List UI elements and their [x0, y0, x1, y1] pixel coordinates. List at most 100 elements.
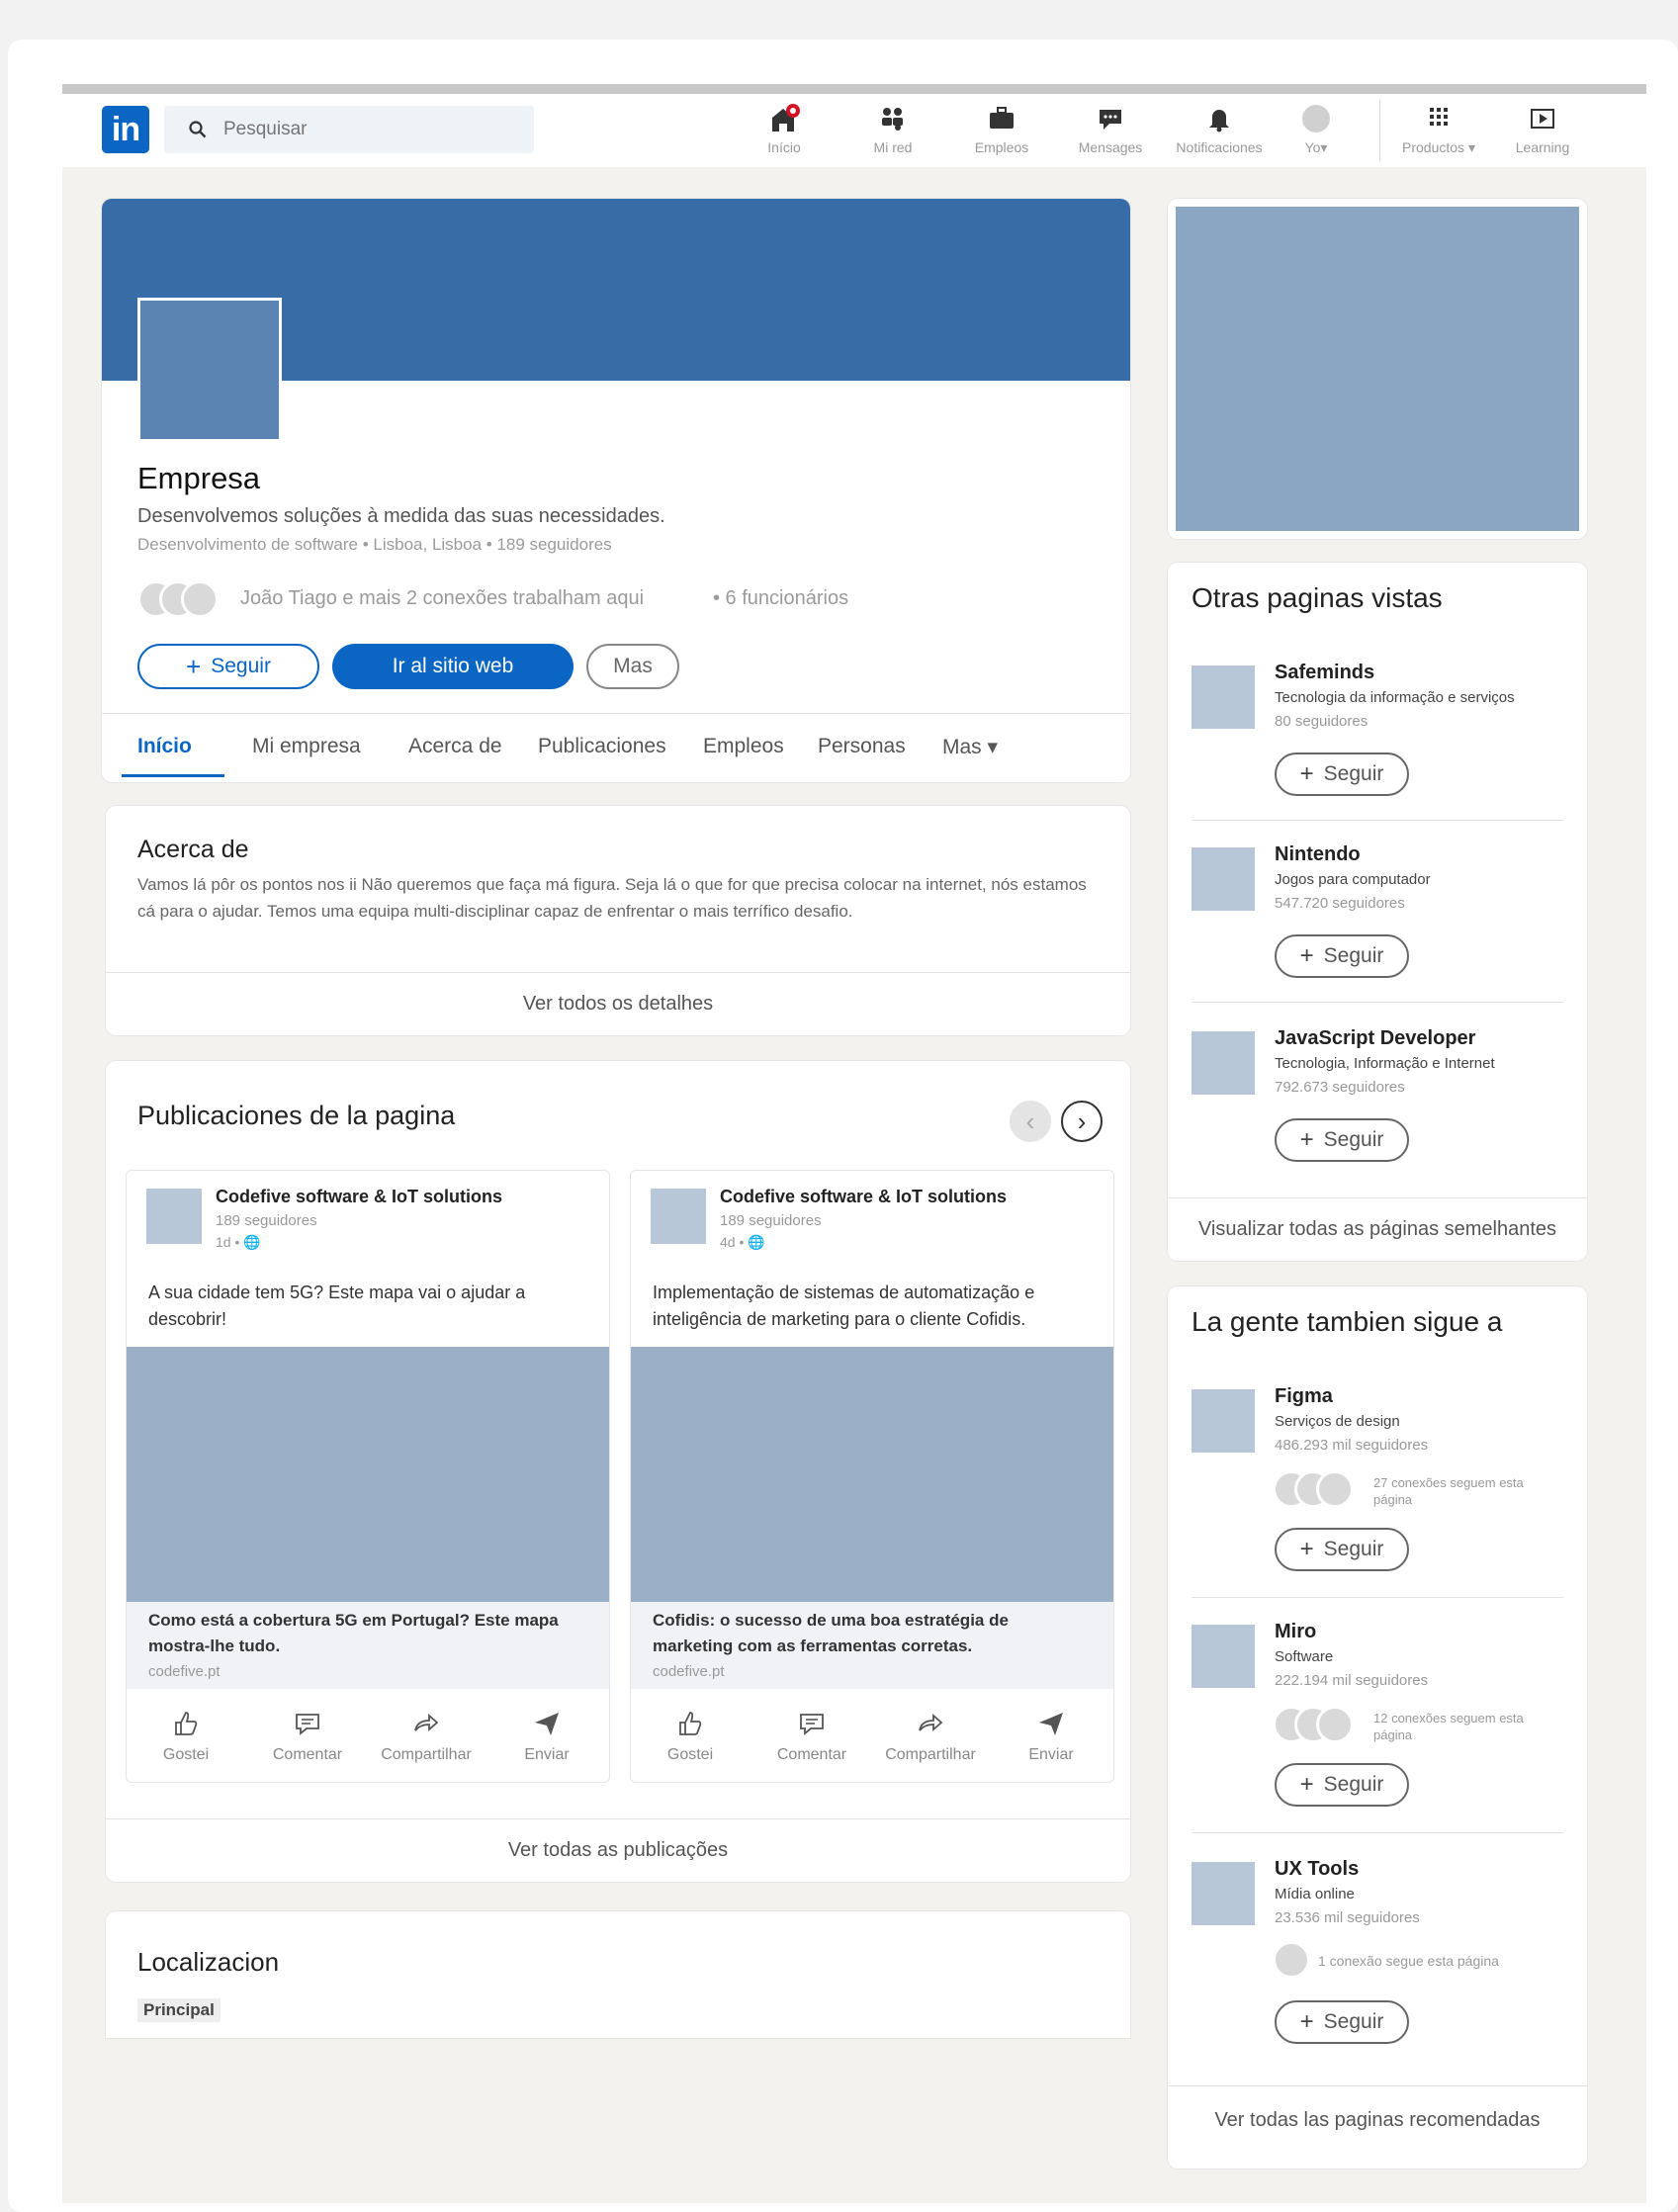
page-category: Mídia online [1275, 1886, 1355, 1902]
share-button[interactable]: Compartilhar [372, 1709, 481, 1764]
search-input[interactable] [223, 119, 500, 140]
nav-item-messages[interactable]: Mensages [1071, 104, 1150, 155]
tab-publicaciones[interactable]: Publicaciones [538, 735, 666, 758]
follow-button[interactable]: + Seguir [1275, 1763, 1409, 1807]
nav-item-me[interactable]: Yo▾ [1291, 104, 1341, 156]
page-logo[interactable] [1192, 1862, 1255, 1925]
page-logo[interactable] [1192, 1389, 1255, 1453]
posts-card: Publicaciones de la pagina ‹ › Codefive … [106, 1061, 1130, 1882]
post-card[interactable]: Codefive software & IoT solutions 189 se… [630, 1170, 1114, 1783]
briefcase-icon [990, 107, 1014, 129]
post-image[interactable] [127, 1347, 609, 1602]
post-card[interactable]: Codefive software & IoT solutions 189 se… [126, 1170, 610, 1783]
prev-arrow-button[interactable]: ‹ [1010, 1101, 1051, 1142]
tab-personas[interactable]: Personas [818, 735, 906, 758]
next-arrow-button[interactable]: › [1061, 1101, 1103, 1142]
tab-inicio[interactable]: Início [137, 735, 192, 758]
see-all-similar-pages-link[interactable]: Visualizar todas as páginas semelhantes [1168, 1197, 1587, 1261]
page-canvas: in Início Mi red Empleos Mensages Notifi… [62, 94, 1646, 2203]
more-button[interactable]: Mas [586, 644, 679, 689]
company-logo [137, 298, 282, 442]
page-logo[interactable] [1192, 1031, 1255, 1095]
tab-mi-empresa[interactable]: Mi empresa [252, 735, 361, 758]
follow-button[interactable]: + Seguir [1275, 1528, 1409, 1571]
follow-label: Seguir [1323, 762, 1384, 785]
website-button[interactable]: Ir al sitio web [332, 644, 574, 689]
linkedin-logo[interactable]: in [102, 106, 149, 153]
ad-image[interactable] [1176, 207, 1579, 531]
page-category: Tecnologia da informação e serviços [1275, 689, 1515, 706]
page-name[interactable]: UX Tools [1275, 1858, 1359, 1881]
page-followers: 792.673 seguidores [1275, 1079, 1405, 1096]
thumbs-up-icon [679, 1712, 702, 1735]
top-border [62, 84, 1646, 94]
see-all-posts-link[interactable]: Ver todas as publicações [106, 1818, 1130, 1882]
ad-card [1168, 199, 1587, 539]
people-also-follow-card: La gente tambien sigue a Figma Serviços … [1168, 1286, 1587, 2168]
like-button[interactable]: Gostei [636, 1709, 745, 1764]
tab-mas[interactable]: Mas ▾ [942, 735, 998, 759]
like-button[interactable]: Gostei [132, 1709, 240, 1764]
link-title: Cofidis: o sucesso de uma boa estratégia… [653, 1611, 1009, 1655]
send-icon [1039, 1713, 1063, 1735]
action-label: Compartilhar [885, 1746, 976, 1763]
connections-follow-text: 1 conexão segue esta página [1318, 1953, 1499, 1969]
follow-button[interactable]: + Seguir [1275, 2000, 1409, 2044]
comment-button[interactable]: Comentar [253, 1709, 362, 1764]
follow-button[interactable]: + Seguir [1275, 1118, 1409, 1162]
nav-item-products[interactable]: Productos ▾ [1389, 104, 1488, 156]
plus-icon: + [1299, 1126, 1314, 1153]
message-icon [1100, 110, 1121, 130]
page-logo[interactable] [1192, 665, 1255, 729]
nav-item-learning[interactable]: Learning [1508, 104, 1577, 155]
post-author[interactable]: Codefive software & IoT solutions [216, 1187, 502, 1207]
connection-avatars [1273, 1706, 1354, 1743]
connection-avatars [1273, 1470, 1354, 1508]
follow-button[interactable]: + Seguir [1275, 752, 1409, 796]
nav-item-jobs[interactable]: Empleos [962, 104, 1041, 155]
page-name[interactable]: Miro [1275, 1621, 1316, 1643]
nav-item-notifications[interactable]: Notificaciones [1170, 104, 1269, 155]
see-all-details-link[interactable]: Ver todos os detalhes [106, 972, 1130, 1035]
people-follow-title: La gente tambien sigue a [1192, 1306, 1503, 1337]
location-title: Localizacion [137, 1947, 280, 1977]
post-link-preview[interactable]: Como está a cobertura 5G em Portugal? Es… [127, 1602, 609, 1689]
search-box[interactable] [164, 106, 534, 153]
employees-count[interactable]: • 6 funcionários [713, 587, 848, 610]
page-name[interactable]: Nintendo [1275, 843, 1361, 866]
list-divider [1192, 1832, 1563, 1833]
page-name[interactable]: Figma [1275, 1385, 1333, 1408]
avatar [1316, 1706, 1354, 1743]
comment-button[interactable]: Comentar [757, 1709, 866, 1764]
page-logo[interactable] [1192, 847, 1255, 911]
post-link-preview[interactable]: Cofidis: o sucesso de uma boa estratégia… [631, 1602, 1113, 1689]
send-icon [535, 1713, 559, 1735]
post-image[interactable] [631, 1347, 1113, 1602]
action-label: Compartilhar [381, 1746, 472, 1763]
send-button[interactable]: Enviar [492, 1709, 601, 1764]
connections-text[interactable]: João Tiago e mais 2 conexões trabalham a… [240, 587, 644, 610]
tab-acerca-de[interactable]: Acerca de [408, 735, 502, 758]
page-name[interactable]: JavaScript Developer [1275, 1027, 1475, 1050]
post-author[interactable]: Codefive software & IoT solutions [720, 1187, 1007, 1207]
page-followers: 486.293 mil seguidores [1275, 1437, 1429, 1454]
page-name[interactable]: Safeminds [1275, 662, 1374, 684]
page-category: Jogos para computador [1275, 871, 1431, 888]
follow-button[interactable]: + Seguir [1275, 934, 1409, 978]
follow-button[interactable]: + Seguir [137, 644, 319, 689]
nav-item-home[interactable]: Início [754, 104, 814, 155]
plus-icon: + [1299, 1536, 1314, 1562]
share-button[interactable]: Compartilhar [876, 1709, 985, 1764]
other-pages-title: Otras paginas vistas [1192, 582, 1443, 613]
page-followers: 547.720 seguidores [1275, 895, 1405, 912]
tab-empleos[interactable]: Empleos [703, 735, 784, 758]
location-badge: Principal [137, 1998, 221, 2022]
nav-item-network[interactable]: Mi red [858, 104, 927, 155]
post-time: 4d • 🌐 [720, 1234, 765, 1250]
page-category: Serviços de design [1275, 1413, 1400, 1430]
list-divider [1192, 820, 1563, 821]
send-button[interactable]: Enviar [997, 1709, 1105, 1764]
chevron-left-icon: ‹ [1025, 1106, 1035, 1136]
see-all-recommended-link[interactable]: Ver todas las paginas recomendadas [1168, 2085, 1587, 2155]
page-logo[interactable] [1192, 1625, 1255, 1688]
